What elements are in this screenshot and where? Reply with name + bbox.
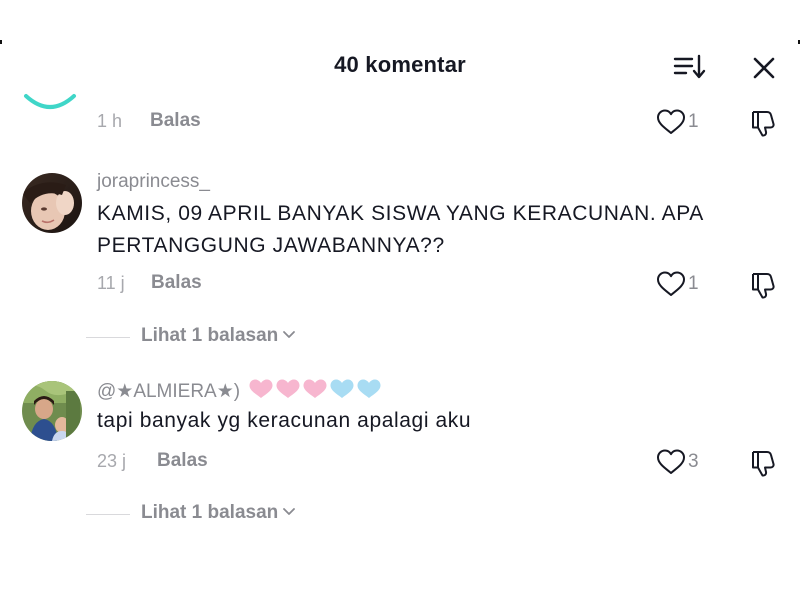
chevron-down-icon xyxy=(283,331,296,338)
comment-username[interactable]: @★ALMIERA★) xyxy=(97,378,383,406)
blue-heart-icon xyxy=(330,379,354,398)
comment-username-text: @★ALMIERA★) xyxy=(97,381,241,402)
like-count: 1 xyxy=(688,111,699,132)
thumbs-down-icon[interactable] xyxy=(749,108,779,138)
blue-heart-icon xyxy=(357,379,381,398)
avatar[interactable] xyxy=(22,381,82,441)
pink-heart-icon xyxy=(303,379,327,398)
pink-heart-icon xyxy=(249,379,273,398)
avatar[interactable] xyxy=(20,66,80,112)
comment-text: tapi banyak yg keracunan apalagi aku xyxy=(97,409,472,432)
divider xyxy=(86,337,130,338)
comment-time: 23 j xyxy=(97,451,127,471)
view-replies-button[interactable]: Lihat 1 balasan xyxy=(141,325,296,347)
thumbs-down-icon[interactable] xyxy=(749,270,779,300)
view-replies[interactable]: Lihat 1 balasan xyxy=(86,502,326,528)
username-hearts xyxy=(248,378,383,406)
close-icon[interactable] xyxy=(748,52,780,84)
comments-header: 40 komentar xyxy=(0,42,800,94)
view-replies-button[interactable]: Lihat 1 balasan xyxy=(141,502,296,524)
avatar[interactable] xyxy=(22,173,82,233)
heart-icon xyxy=(657,271,685,296)
like-count: 3 xyxy=(688,451,699,472)
reply-button[interactable]: Balas xyxy=(151,272,202,294)
like-count: 1 xyxy=(688,273,699,294)
pink-heart-icon xyxy=(276,379,300,398)
reply-button[interactable]: Balas xyxy=(157,450,208,472)
comment-time: 11 j xyxy=(97,273,125,293)
thumbs-down-icon[interactable] xyxy=(749,448,779,478)
comment-username[interactable]: joraprincess_ xyxy=(97,171,210,193)
chevron-down-icon xyxy=(283,508,296,515)
view-replies-label: Lihat 1 balasan xyxy=(141,502,279,523)
reply-button[interactable]: Balas xyxy=(150,110,201,132)
heart-icon xyxy=(657,109,685,134)
view-replies[interactable]: Lihat 1 balasan xyxy=(86,325,326,351)
comment-text: KAMIS, 09 APRIL BANYAK SISWA YANG KERACU… xyxy=(97,202,703,257)
comment-time: 1 h xyxy=(97,111,123,131)
heart-icon xyxy=(657,449,685,474)
sort-icon[interactable] xyxy=(672,52,706,82)
divider xyxy=(86,514,130,515)
view-replies-label: Lihat 1 balasan xyxy=(141,325,279,346)
